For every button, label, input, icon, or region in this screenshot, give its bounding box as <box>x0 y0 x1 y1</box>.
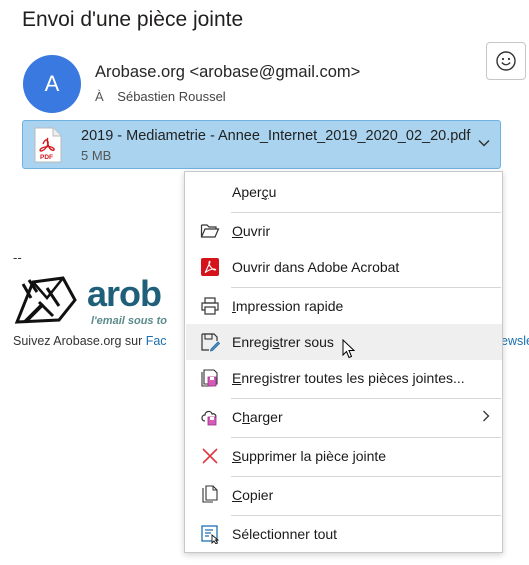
menu-item-select-all[interactable]: Sélectionner tout <box>186 516 502 552</box>
printer-icon <box>201 297 219 315</box>
delete-x-icon <box>202 448 218 464</box>
mouse-cursor-icon <box>342 339 356 359</box>
sender-name[interactable]: Arobase.org <arobase@gmail.com> <box>95 63 360 82</box>
chevron-down-icon[interactable] <box>478 139 490 147</box>
acrobat-icon <box>201 258 219 276</box>
menu-label-quick-print: Impression rapide <box>232 298 344 314</box>
menu-item-preview[interactable]: Aperçu <box>186 174 502 210</box>
menu-label-open: Ouvrir <box>232 223 271 239</box>
follow-prefix: Suivez Arobase.org sur <box>13 334 146 348</box>
menu-label-copy: Copier <box>232 487 274 503</box>
menu-item-quick-print[interactable]: Impression rapide <box>186 288 502 324</box>
menu-item-open-acrobat[interactable]: Ouvrir dans Adobe Acrobat <box>186 249 502 285</box>
menu-item-open[interactable]: Ouvrir <box>186 213 502 249</box>
arobase-logo-icon <box>14 276 77 324</box>
recipient-name[interactable]: Sébastien Roussel <box>117 89 225 104</box>
emoji-reaction-button[interactable] <box>486 42 526 80</box>
save-as-icon <box>201 333 220 352</box>
menu-label-save-as: Enregistrer sous <box>232 334 334 350</box>
newsletter-link[interactable]: ewsle <box>501 334 529 348</box>
menu-label-open-acrobat: Ouvrir dans Adobe Acrobat <box>232 259 400 275</box>
menu-label-upload: Charger <box>232 409 283 425</box>
copy-icon <box>202 485 218 503</box>
menu-item-remove[interactable]: Supprimer la pièce jointe <box>186 438 502 474</box>
menu-item-upload[interactable]: Charger <box>186 399 502 435</box>
cloud-upload-icon <box>201 410 217 426</box>
menu-label-remove: Supprimer la pièce jointe <box>232 448 387 464</box>
pdf-icon: PDF <box>34 127 62 163</box>
menu-item-save-all[interactable]: Enregistrer toutes les pièces jointes... <box>186 360 502 396</box>
menu-item-copy[interactable]: Copier <box>186 477 502 513</box>
menu-label-save-all: Enregistrer toutes les pièces jointes... <box>232 370 465 386</box>
menu-label-select-all: Sélectionner tout <box>232 526 338 542</box>
chevron-right-icon <box>483 410 490 422</box>
sender-avatar[interactable]: A <box>23 55 81 113</box>
smiley-icon <box>496 51 516 71</box>
attachment-size: 5 MB <box>81 148 112 163</box>
arobase-logo-text: arob <box>87 273 162 314</box>
to-label: À <box>95 89 104 104</box>
recipient-row: À Sébastien Roussel <box>95 89 226 104</box>
select-all-icon <box>201 525 220 544</box>
attachment-card[interactable]: PDF 2019 - Mediametrie - Annee_Internet_… <box>22 120 501 169</box>
facebook-link[interactable]: Fac <box>146 334 167 348</box>
svg-text:PDF: PDF <box>40 154 53 161</box>
folder-open-icon <box>200 224 220 238</box>
email-subject: Envoi d'une pièce jointe <box>22 8 244 31</box>
attachment-name: 2019 - Mediametrie - Annee_Internet_2019… <box>81 128 471 144</box>
menu-label-preview: Aperçu <box>232 184 277 200</box>
arobase-tagline: l'email sous to <box>91 315 167 327</box>
attachment-context-menu: Aperçu Ouvrir Ouvrir dans Adobe Acrobat … <box>184 171 503 553</box>
save-all-icon <box>201 369 218 387</box>
avatar-initial: A <box>44 71 60 96</box>
signature-dash: -- <box>13 250 22 265</box>
signature-follow-text: Suivez Arobase.org sur Fac <box>13 334 167 348</box>
